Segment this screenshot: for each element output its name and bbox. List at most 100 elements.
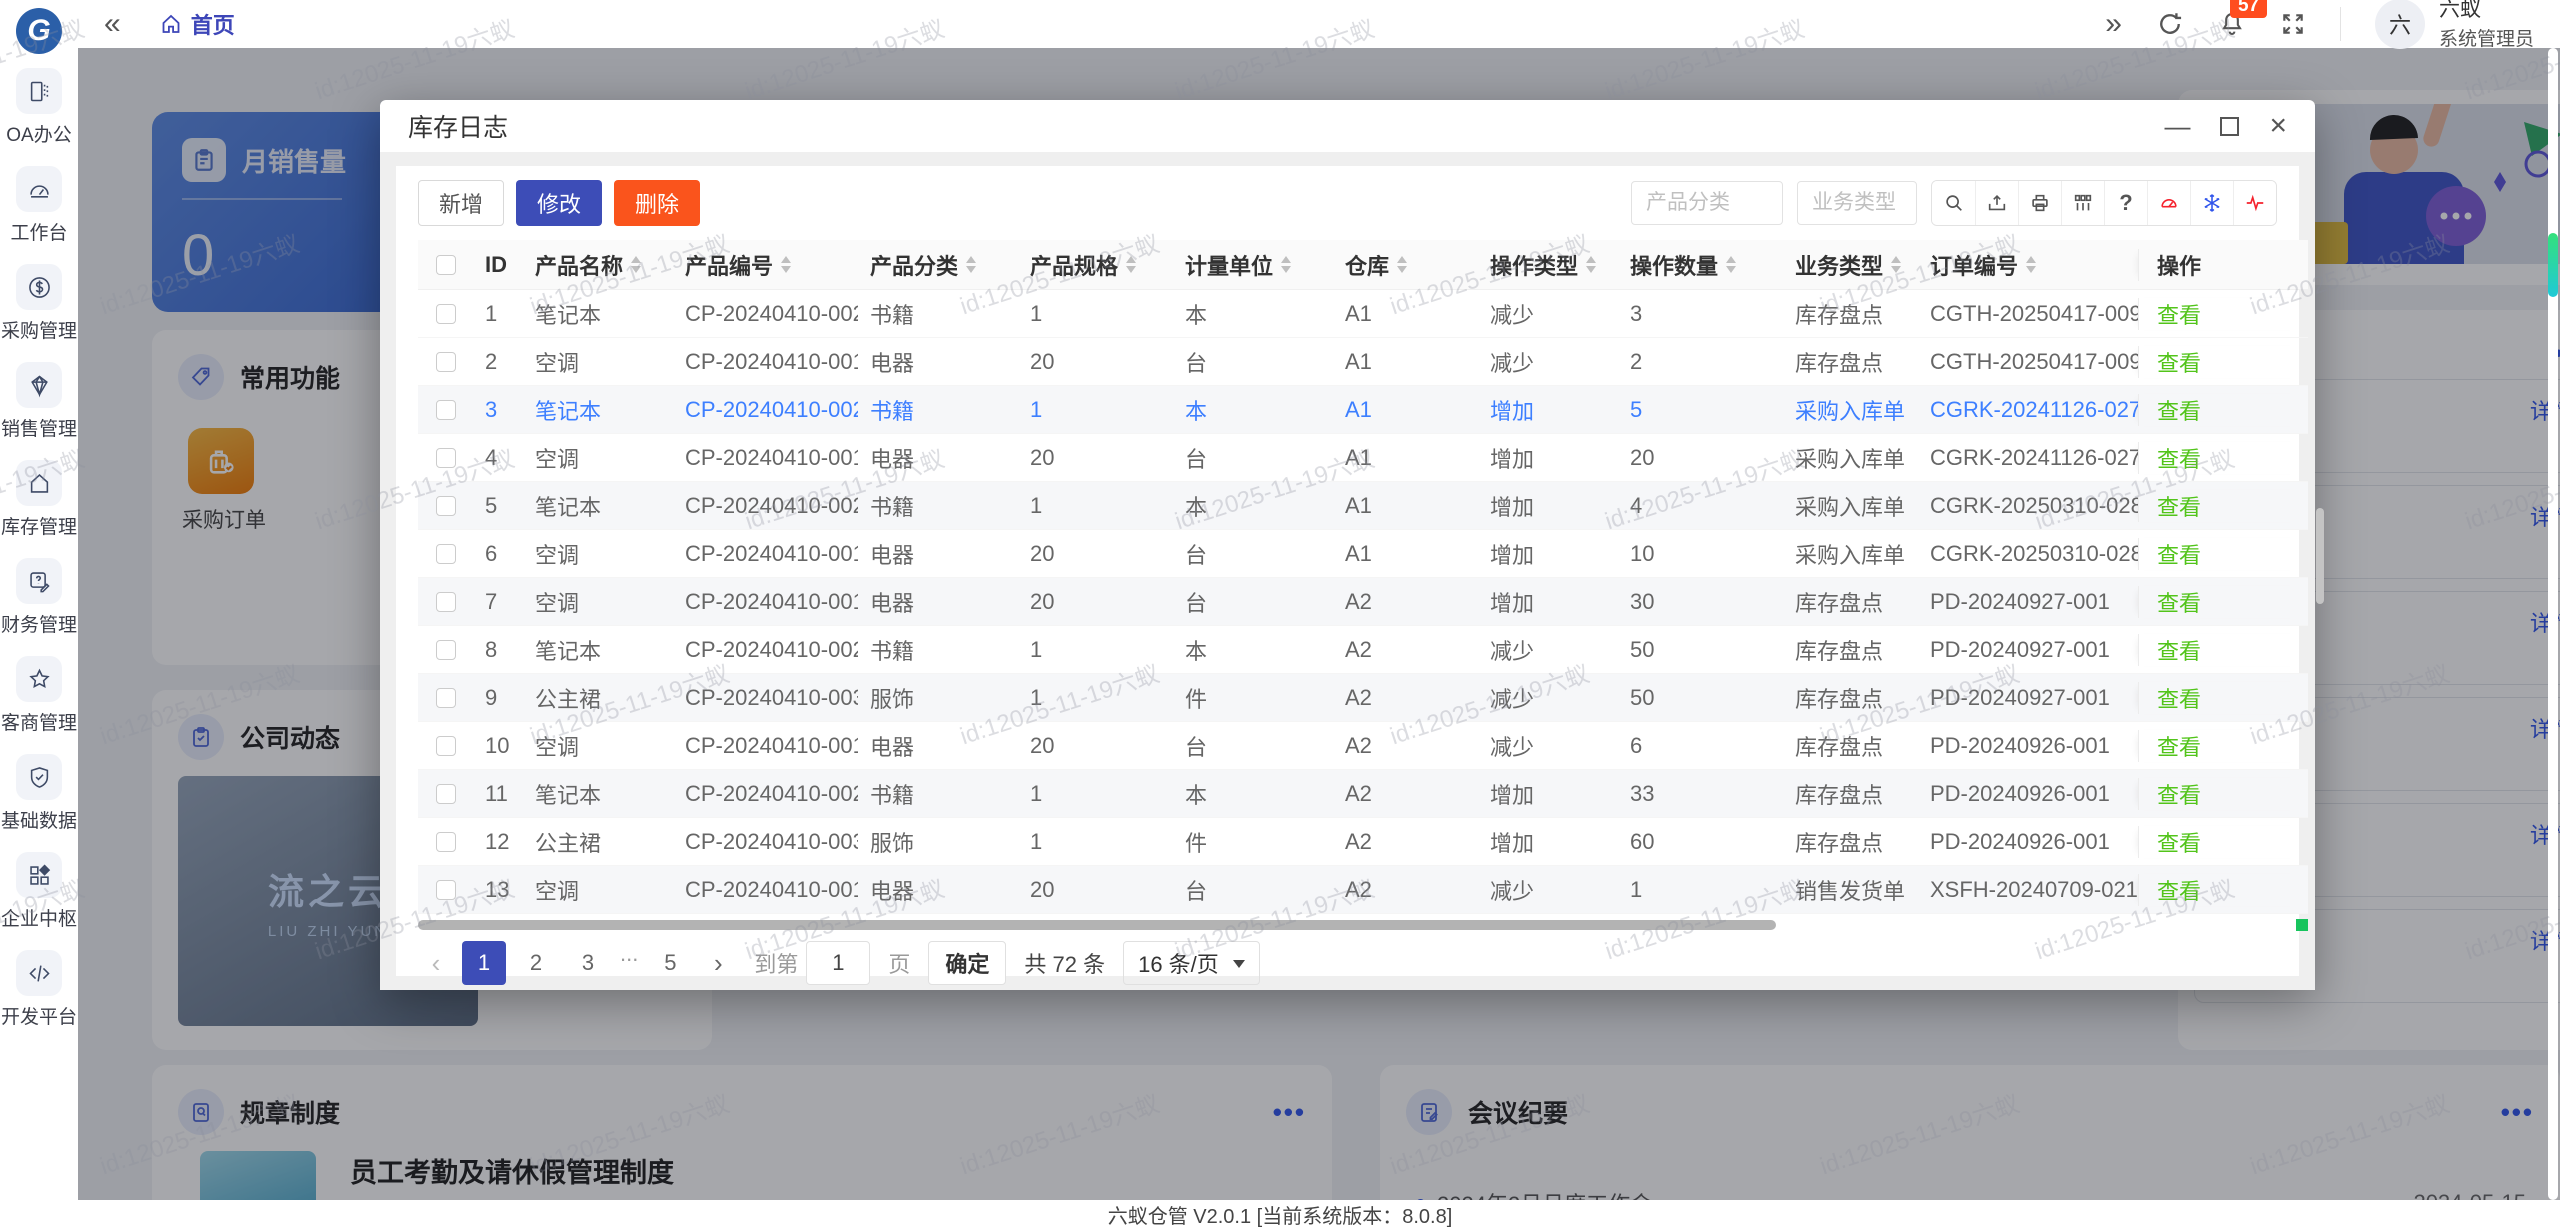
view-link[interactable]: 查看: [2157, 634, 2201, 666]
row-checkbox[interactable]: [436, 448, 456, 468]
view-link[interactable]: 查看: [2157, 586, 2201, 618]
view-link[interactable]: 查看: [2157, 778, 2201, 810]
row-checkbox[interactable]: [436, 832, 456, 852]
table-row[interactable]: 12公主裙CP-20240410-003服饰1件A2增加60库存盘点PD-202…: [418, 818, 2308, 866]
row-checkbox[interactable]: [436, 880, 456, 900]
column-header-7[interactable]: 仓库: [1333, 249, 1478, 281]
row-checkbox[interactable]: [436, 544, 456, 564]
row-checkbox[interactable]: [436, 352, 456, 372]
sort-icon[interactable]: [1126, 251, 1136, 278]
product-category-filter-input[interactable]: [1631, 181, 1783, 225]
export-icon[interactable]: [1975, 181, 2018, 225]
view-link[interactable]: 查看: [2157, 298, 2201, 330]
row-checkbox[interactable]: [436, 592, 456, 612]
sidebar-item-8[interactable]: 基础数据: [0, 754, 78, 833]
view-link[interactable]: 查看: [2157, 826, 2201, 858]
sidebar-item-6[interactable]: 财务管理: [0, 558, 78, 637]
sort-icon[interactable]: [966, 251, 976, 278]
table-row[interactable]: 8笔记本CP-20240410-002书籍1本A2减少50库存盘点PD-2024…: [418, 626, 2308, 674]
sort-icon[interactable]: [1891, 251, 1901, 278]
business-type-filter-input[interactable]: [1797, 181, 1917, 225]
column-header-3[interactable]: 产品编号: [673, 249, 858, 281]
row-checkbox[interactable]: [436, 496, 456, 516]
row-checkbox[interactable]: [436, 304, 456, 324]
close-icon[interactable]: ×: [2269, 111, 2287, 141]
view-link[interactable]: 查看: [2157, 490, 2201, 522]
table-row[interactable]: 13空调CP-20240410-001电器20台A2减少1销售发货单XSFH-2…: [418, 866, 2308, 914]
page-size-select[interactable]: 16 条/页: [1123, 941, 1260, 985]
sidebar-item-7[interactable]: 客商管理: [0, 656, 78, 735]
table-row[interactable]: 11笔记本CP-20240410-002书籍1本A2增加33库存盘点PD-202…: [418, 770, 2308, 818]
column-header-2[interactable]: 产品名称: [523, 249, 673, 281]
print-icon[interactable]: [2018, 181, 2061, 225]
add-button[interactable]: 新增: [418, 180, 504, 226]
page-scrollbar-thumb[interactable]: [2548, 233, 2558, 297]
delete-button[interactable]: 删除: [614, 180, 700, 226]
page-button-5[interactable]: 5: [648, 941, 692, 985]
expand-tabs-icon[interactable]: »: [2105, 9, 2122, 39]
row-checkbox[interactable]: [436, 736, 456, 756]
table-row[interactable]: 4空调CP-20240410-001电器20台A1增加20采购入库单CGRK-2…: [418, 434, 2308, 482]
table-row[interactable]: 1笔记本CP-20240410-002书籍1本A1减少3库存盘点CGTH-202…: [418, 290, 2308, 338]
search-icon[interactable]: [1932, 181, 1975, 225]
sort-icon[interactable]: [1397, 251, 1407, 278]
table-row[interactable]: 10空调CP-20240410-001电器20台A2减少6库存盘点PD-2024…: [418, 722, 2308, 770]
prev-page-icon[interactable]: ‹: [418, 948, 454, 979]
row-checkbox[interactable]: [436, 640, 456, 660]
fullscreen-icon[interactable]: [2280, 11, 2306, 37]
collapse-sidebar-icon[interactable]: «: [104, 9, 121, 39]
sort-icon[interactable]: [781, 251, 791, 278]
goto-page-input[interactable]: [806, 941, 870, 985]
notifications-button[interactable]: 57: [2218, 10, 2246, 38]
sort-icon[interactable]: [1281, 251, 1291, 278]
page-scrollbar[interactable]: [2548, 48, 2558, 1200]
table-row[interactable]: 2空调CP-20240410-001电器20台A1减少2库存盘点CGTH-202…: [418, 338, 2308, 386]
row-checkbox[interactable]: [436, 688, 456, 708]
snowflake-icon[interactable]: [2190, 181, 2233, 225]
table-vscrollbar-thumb[interactable]: [2316, 508, 2324, 604]
refresh-icon[interactable]: [2156, 10, 2184, 38]
table-row[interactable]: 5笔记本CP-20240410-002书籍1本A1增加4采购入库单CGRK-20…: [418, 482, 2308, 530]
column-header-10[interactable]: 业务类型: [1783, 249, 1918, 281]
table-row[interactable]: 7空调CP-20240410-001电器20台A2增加30库存盘点PD-2024…: [418, 578, 2308, 626]
sort-icon[interactable]: [631, 251, 641, 278]
sort-icon[interactable]: [1586, 251, 1596, 278]
sidebar-item-4[interactable]: 销售管理: [0, 362, 78, 441]
row-checkbox[interactable]: [436, 784, 456, 804]
table-row[interactable]: 9公主裙CP-20240410-003服饰1件A2减少50库存盘点PD-2024…: [418, 674, 2308, 722]
column-header-4[interactable]: 产品分类: [858, 249, 1018, 281]
minimize-icon[interactable]: —: [2164, 113, 2190, 139]
table-row[interactable]: 6空调CP-20240410-001电器20台A1增加10采购入库单CGRK-2…: [418, 530, 2308, 578]
view-link[interactable]: 查看: [2157, 442, 2201, 474]
view-link[interactable]: 查看: [2157, 346, 2201, 378]
sidebar-item-2[interactable]: 工作台: [0, 166, 78, 245]
select-all-checkbox[interactable]: [436, 255, 456, 275]
sidebar-item-3[interactable]: 采购管理: [0, 264, 78, 343]
help-icon[interactable]: ?: [2104, 181, 2147, 225]
view-link[interactable]: 查看: [2157, 874, 2201, 906]
page-button-2[interactable]: 2: [514, 941, 558, 985]
row-checkbox[interactable]: [436, 400, 456, 420]
view-link[interactable]: 查看: [2157, 730, 2201, 762]
table-row[interactable]: 3笔记本CP-20240410-002书籍1本A1增加5采购入库单CGRK-20…: [418, 386, 2308, 434]
table-hscrollbar-thumb[interactable]: [418, 920, 1776, 930]
columns-icon[interactable]: [2061, 181, 2104, 225]
view-link[interactable]: 查看: [2157, 682, 2201, 714]
sort-icon[interactable]: [1726, 251, 1736, 278]
next-page-icon[interactable]: ›: [700, 948, 736, 979]
column-header-9[interactable]: 操作数量: [1618, 249, 1783, 281]
user-menu[interactable]: 六 六蚁 系统管理员: [2375, 0, 2534, 51]
page-button-3[interactable]: 3: [566, 941, 610, 985]
app-logo-icon[interactable]: G: [16, 8, 62, 54]
sidebar-item-5[interactable]: 库存管理: [0, 460, 78, 539]
view-link[interactable]: 查看: [2157, 394, 2201, 426]
edit-button[interactable]: 修改: [516, 180, 602, 226]
column-header-5[interactable]: 产品规格: [1018, 249, 1173, 281]
view-link[interactable]: 查看: [2157, 538, 2201, 570]
sidebar-item-9[interactable]: 企业中枢: [0, 852, 78, 931]
gauge-icon[interactable]: [2147, 181, 2190, 225]
pulse-icon[interactable]: [2233, 181, 2276, 225]
maximize-icon[interactable]: [2220, 117, 2239, 136]
breadcrumb[interactable]: 首页: [159, 8, 235, 40]
column-header-11[interactable]: 订单编号: [1918, 249, 2138, 281]
